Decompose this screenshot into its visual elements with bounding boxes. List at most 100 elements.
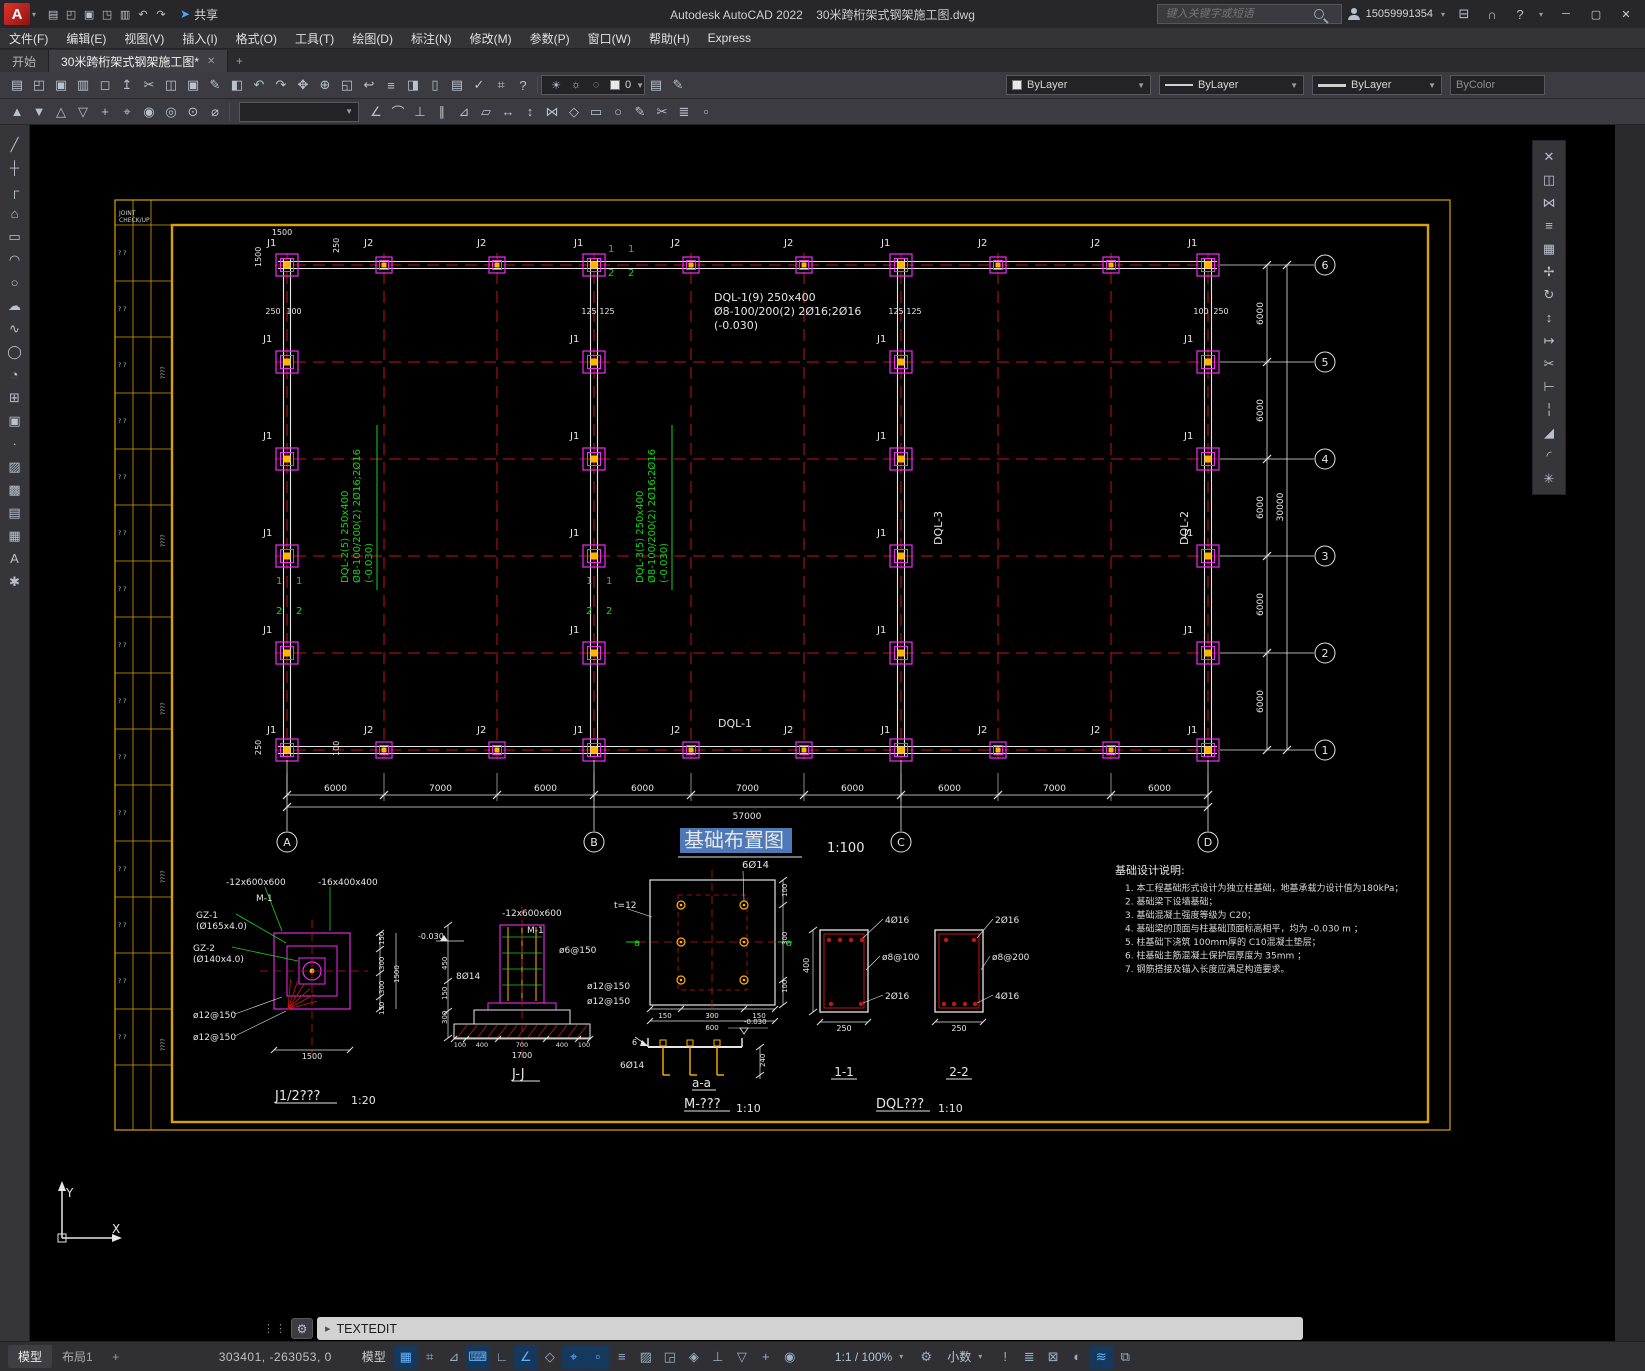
command-line-bar[interactable]: ⋮⋮ ⚙ ▸ TEXTEDIT bbox=[263, 1316, 1303, 1341]
make-block-icon[interactable]: ▣ bbox=[3, 409, 27, 432]
object-snap-icon[interactable]: ▫ bbox=[585, 1344, 610, 1369]
search-box[interactable] bbox=[1156, 4, 1342, 24]
send-under-icon[interactable]: ▽ bbox=[72, 101, 94, 123]
circle-center-icon[interactable]: ⊙ bbox=[182, 101, 204, 123]
menu-文件F[interactable]: 文件(F) bbox=[0, 28, 57, 48]
selection-cycling-icon[interactable]: ◲ bbox=[658, 1345, 682, 1369]
block-editor-icon[interactable]: ◧ bbox=[226, 74, 248, 96]
explode-icon[interactable]: ✳ bbox=[1537, 467, 1561, 490]
transparency-icon[interactable]: ▨ bbox=[634, 1345, 658, 1369]
gizmo-icon[interactable]: + bbox=[754, 1345, 778, 1369]
offset-icon[interactable]: ≡ bbox=[1537, 214, 1561, 237]
table-icon[interactable]: ▦ bbox=[3, 524, 27, 547]
circle-icon[interactable]: ○ bbox=[3, 271, 27, 294]
arc-icon[interactable]: ◠ bbox=[3, 248, 27, 271]
break-icon[interactable]: ╎ bbox=[1537, 398, 1561, 421]
polygon-icon[interactable]: ⌂ bbox=[3, 202, 27, 225]
command-bar-grip[interactable]: ⋮⋮ bbox=[263, 1322, 287, 1335]
plot-icon[interactable]: ▥ bbox=[116, 5, 134, 23]
menu-参数P[interactable]: 参数(P) bbox=[521, 28, 579, 48]
spline-icon[interactable]: ∿ bbox=[3, 317, 27, 340]
point-icon[interactable]: ∙ bbox=[3, 432, 27, 455]
search-input[interactable] bbox=[1163, 7, 1314, 21]
lineweight-combo-caret-icon[interactable]: ▼ bbox=[1428, 81, 1436, 90]
hatch-icon[interactable]: ▨ bbox=[3, 455, 27, 478]
bring-above-icon[interactable]: △ bbox=[50, 101, 72, 123]
multiline-text-icon[interactable]: A bbox=[3, 547, 27, 570]
osnap-3d-icon[interactable]: ◈ bbox=[682, 1345, 706, 1369]
grid-toggle-icon[interactable]: ▦ bbox=[393, 1344, 418, 1369]
user-id[interactable]: 15059991354 bbox=[1366, 8, 1433, 20]
trim-icon[interactable]: ✂ bbox=[1537, 352, 1561, 375]
snap-toggle-icon[interactable]: ⌗ bbox=[418, 1345, 442, 1369]
linetype-control-combo[interactable]: ByLayer ▼ bbox=[1159, 75, 1304, 95]
user-avatar-icon[interactable] bbox=[1347, 8, 1360, 20]
plot-icon[interactable]: ▥ bbox=[72, 74, 94, 96]
dim-horizontal-icon[interactable]: ↔ bbox=[497, 101, 519, 123]
color-control-combo[interactable]: ByLayer ▼ bbox=[1006, 75, 1151, 95]
sheet-set-icon[interactable]: ▤ bbox=[446, 74, 468, 96]
match-properties-icon[interactable]: ✎ bbox=[204, 74, 226, 96]
isodraft-icon[interactable]: ◇ bbox=[538, 1345, 562, 1369]
layout-tab-1[interactable]: 布局1 bbox=[52, 1345, 103, 1368]
zoom-realtime-icon[interactable]: ⊕ bbox=[314, 74, 336, 96]
scale-icon[interactable]: ↕ bbox=[1537, 306, 1561, 329]
menu-修改M[interactable]: 修改(M) bbox=[461, 28, 521, 48]
close-button[interactable]: ✕ bbox=[1611, 2, 1641, 26]
text-style-caret-icon[interactable]: ▼ bbox=[345, 107, 353, 116]
qnew-icon[interactable]: ▤ bbox=[44, 5, 62, 23]
extend-icon[interactable]: ⊢ bbox=[1537, 375, 1561, 398]
tab-close-icon[interactable]: ✕ bbox=[207, 56, 215, 67]
polyline-icon[interactable]: ┌ bbox=[3, 179, 27, 202]
menu-插入I[interactable]: 插入(I) bbox=[173, 28, 226, 48]
rotate-icon[interactable]: ↻ bbox=[1537, 283, 1561, 306]
construction-line-icon[interactable]: ┼ bbox=[3, 156, 27, 179]
center-mark-icon[interactable]: ⌖ bbox=[116, 101, 138, 123]
layer-freeze-icon[interactable]: ☼ bbox=[567, 76, 585, 94]
dim-perpendicular-icon[interactable]: ⊥ bbox=[409, 101, 431, 123]
publish-icon[interactable]: ↥ bbox=[116, 74, 138, 96]
help-icon[interactable]: ? bbox=[1509, 3, 1531, 25]
array-icon[interactable]: ▦ bbox=[1537, 237, 1561, 260]
bring-to-front-icon[interactable]: ▲ bbox=[6, 101, 28, 123]
redo-icon[interactable]: ↷ bbox=[152, 5, 170, 23]
chamfer-icon[interactable]: ◢ bbox=[1537, 421, 1561, 444]
share-button[interactable]: ➤ 共享 bbox=[180, 6, 218, 23]
osnap-settings-icon[interactable]: ▫ bbox=[695, 101, 717, 123]
send-to-back-icon[interactable]: ▼ bbox=[28, 101, 50, 123]
dim-area-icon[interactable]: ▱ bbox=[475, 101, 497, 123]
new-tab-button[interactable]: + bbox=[228, 50, 250, 72]
make-layer-current-icon[interactable]: ✎ bbox=[667, 74, 689, 96]
polar-tracking-icon[interactable]: ∠ bbox=[513, 1344, 538, 1369]
clean-screen-icon[interactable]: ⧉ bbox=[1113, 1345, 1137, 1369]
cut-icon[interactable]: ✂ bbox=[138, 74, 160, 96]
annotation-visibility-icon[interactable]: ◉ bbox=[778, 1345, 802, 1369]
open-file-icon[interactable]: ◰ bbox=[28, 74, 50, 96]
redo-icon[interactable]: ↷ bbox=[270, 74, 292, 96]
dim-rect-icon[interactable]: ▭ bbox=[585, 101, 607, 123]
save-icon[interactable]: ▣ bbox=[80, 5, 98, 23]
logo-caret-icon[interactable]: ▾ bbox=[32, 10, 36, 19]
open-icon[interactable]: ◰ bbox=[62, 5, 80, 23]
menu-格式O[interactable]: 格式(O) bbox=[227, 28, 286, 48]
cad-drawing[interactable]: JOINTCHECK/UP ? ? ? ? ? ????? ? ? ? ? ? ??????… bbox=[30, 125, 1615, 1341]
text-style-combo[interactable]: ▼ bbox=[239, 101, 359, 122]
undo-icon[interactable]: ↶ bbox=[134, 5, 152, 23]
coordinates-readout[interactable]: 303401, -263053, 0 bbox=[219, 1350, 332, 1364]
erase-icon[interactable]: ✕ bbox=[1537, 145, 1561, 168]
ellipse-arc-icon[interactable]: ◔ bbox=[3, 363, 27, 386]
maximize-button[interactable]: ▢ bbox=[1581, 2, 1611, 26]
paste-icon[interactable]: ▣ bbox=[182, 74, 204, 96]
isolate-objects-icon[interactable]: ◐ bbox=[1065, 1345, 1089, 1369]
command-input-field[interactable]: ▸ TEXTEDIT bbox=[317, 1317, 1303, 1340]
drawing-title-text[interactable]: 基础布置图 bbox=[684, 828, 784, 852]
osnap-tracking-icon[interactable]: ⌖ bbox=[561, 1344, 586, 1369]
search-icon[interactable] bbox=[1313, 9, 1324, 19]
dim-triangle-icon[interactable]: ⊿ bbox=[453, 101, 475, 123]
layer-control-combo[interactable]: ☀ ☼ ◌ 0 ▼ bbox=[541, 75, 645, 95]
save-as-icon[interactable]: ◳ bbox=[98, 5, 116, 23]
menu-标注N[interactable]: 标注(N) bbox=[402, 28, 461, 48]
quick-properties-icon[interactable]: ≣ bbox=[1017, 1345, 1041, 1369]
point-style-icon[interactable]: ✱ bbox=[3, 570, 27, 593]
ellipse-icon[interactable]: ◯ bbox=[3, 340, 27, 363]
